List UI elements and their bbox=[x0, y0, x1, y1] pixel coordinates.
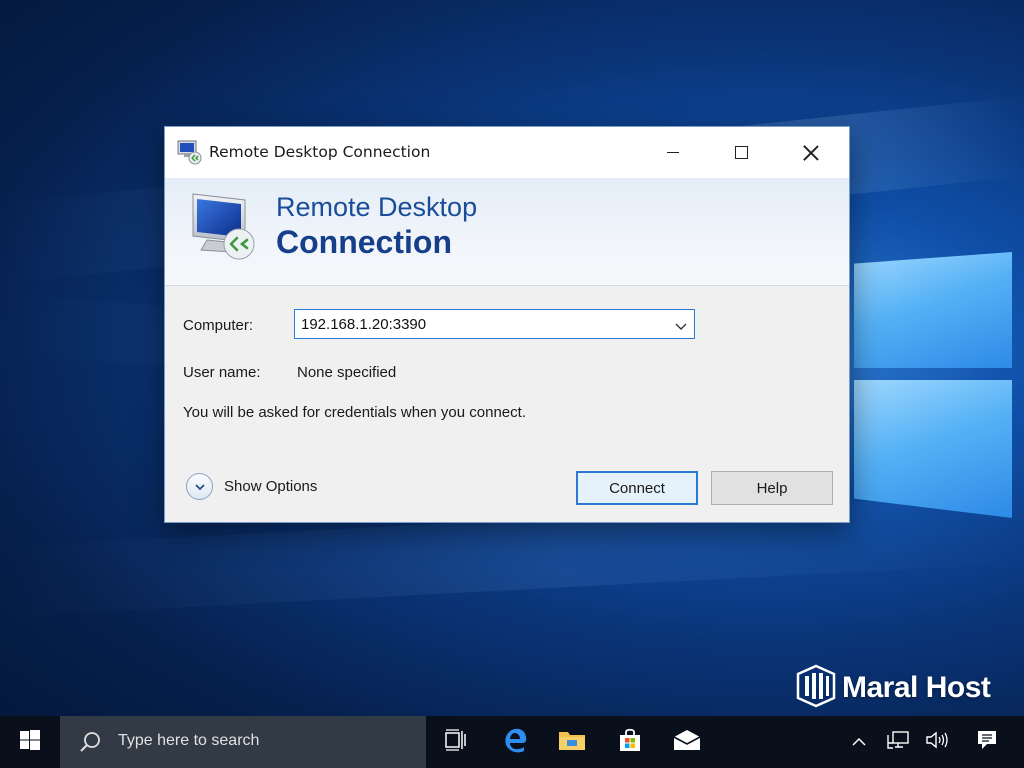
computer-combobox[interactable]: 192.168.1.20:3390 bbox=[294, 309, 695, 339]
username-value: None specified bbox=[297, 364, 397, 381]
network-icon bbox=[887, 730, 909, 754]
computer-label: Computer: bbox=[183, 317, 254, 334]
task-view-icon bbox=[444, 729, 468, 755]
wallpaper-pane-bottom bbox=[854, 380, 1012, 518]
store-icon bbox=[617, 727, 643, 757]
wallpaper-pane-top bbox=[854, 252, 1012, 368]
network-button[interactable] bbox=[879, 716, 917, 768]
help-button[interactable]: Help bbox=[711, 471, 833, 505]
chevron-down-icon[interactable] bbox=[674, 318, 688, 332]
close-icon bbox=[803, 145, 819, 161]
edge-icon bbox=[502, 727, 528, 757]
banner-title-line1: Remote Desktop bbox=[276, 192, 478, 222]
show-hidden-icons-button[interactable] bbox=[840, 716, 878, 768]
window-title: Remote Desktop Connection bbox=[209, 143, 431, 161]
start-button[interactable] bbox=[0, 716, 60, 768]
volume-icon bbox=[925, 730, 949, 754]
taskbar: Type here to search bbox=[0, 716, 1024, 768]
title-bar[interactable]: Remote Desktop Connection bbox=[165, 127, 849, 178]
windows-wallpaper-logo bbox=[852, 230, 1022, 520]
notifications-icon bbox=[976, 729, 998, 755]
remote-desktop-monitor-icon bbox=[187, 190, 261, 262]
computer-input[interactable]: 192.168.1.20:3390 bbox=[301, 316, 426, 333]
task-view-button[interactable] bbox=[428, 716, 484, 768]
maral-host-watermark: Maral Host bbox=[796, 664, 991, 712]
store-button[interactable] bbox=[602, 716, 658, 768]
volume-button[interactable] bbox=[918, 716, 956, 768]
remote-desktop-app-icon bbox=[177, 139, 203, 165]
action-center-button[interactable] bbox=[968, 716, 1006, 768]
search-box[interactable]: Type here to search bbox=[60, 716, 426, 768]
banner-title-line2: Connection bbox=[276, 224, 452, 260]
file-explorer-button[interactable] bbox=[544, 716, 600, 768]
file-explorer-icon bbox=[558, 728, 586, 756]
mail-button[interactable] bbox=[659, 716, 715, 768]
windows-start-icon bbox=[20, 730, 40, 754]
remote-desktop-dialog: Remote Desktop Connection Remote Desktop… bbox=[164, 126, 850, 523]
maral-host-logo-icon bbox=[796, 664, 836, 712]
dialog-banner: Remote Desktop Connection bbox=[165, 178, 849, 286]
brand-name: Maral Host bbox=[842, 671, 991, 704]
minimize-button[interactable] bbox=[639, 127, 707, 178]
maximize-button[interactable] bbox=[707, 127, 775, 178]
credentials-info-text: You will be asked for credentials when y… bbox=[183, 404, 526, 421]
show-options-label[interactable]: Show Options bbox=[224, 478, 317, 495]
show-options-toggle[interactable]: Show Options bbox=[186, 473, 317, 500]
expand-circle-icon[interactable] bbox=[186, 473, 213, 500]
mail-icon bbox=[673, 729, 701, 755]
username-label: User name: bbox=[183, 364, 261, 381]
connect-button[interactable]: Connect bbox=[576, 471, 698, 505]
maximize-icon bbox=[734, 146, 748, 159]
minimize-icon bbox=[667, 152, 679, 153]
edge-button[interactable] bbox=[487, 716, 543, 768]
search-icon bbox=[78, 730, 102, 758]
chevron-up-icon bbox=[851, 733, 867, 752]
close-button[interactable] bbox=[777, 127, 845, 178]
search-placeholder[interactable]: Type here to search bbox=[118, 732, 259, 750]
